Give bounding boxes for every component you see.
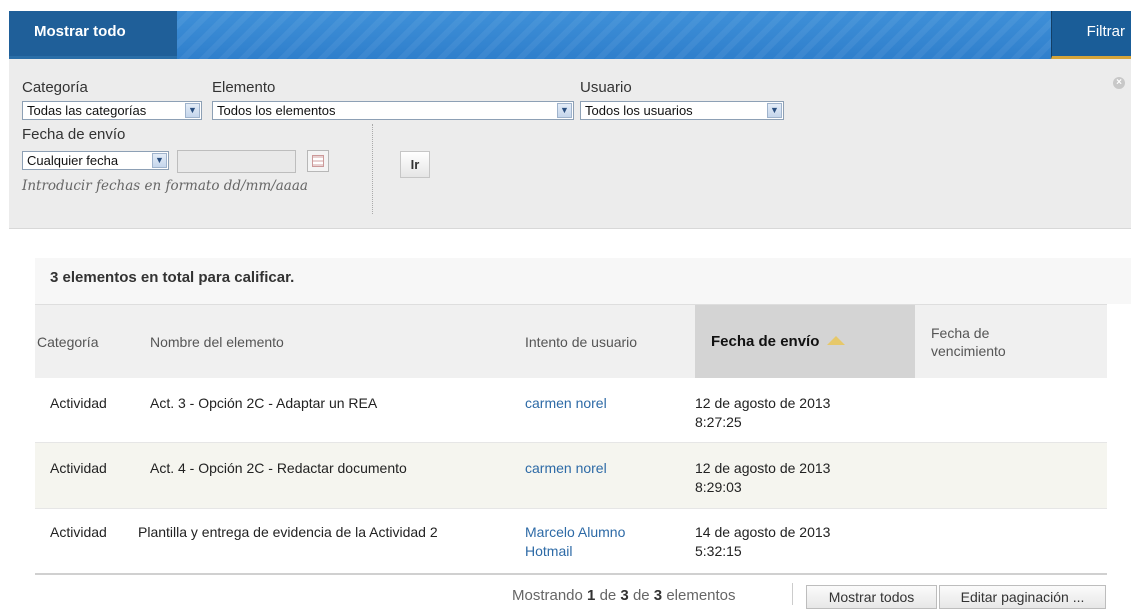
pagination-status: Mostrando 1 de 3 de 3 elementos [512, 587, 736, 604]
filter-panel: × Categoría Todas las categorías ▼ Eleme… [9, 59, 1131, 229]
row-category: Actividad [50, 524, 107, 540]
date-format-hint: Introducir fechas en formato dd/mm/aaaa [22, 178, 308, 194]
calendar-icon[interactable] [307, 150, 329, 172]
column-header-submitted[interactable]: Fecha de envío [695, 305, 915, 378]
date-label: Fecha de envío [22, 126, 126, 143]
pagination-prefix: Mostrando [512, 587, 583, 604]
element-select[interactable]: Todos los elementos ▼ [212, 101, 574, 120]
show-all-tab[interactable]: Mostrar todo [9, 11, 177, 59]
column-header-due-line2: vencimiento [931, 342, 1006, 359]
close-filter-icon[interactable]: × [1113, 77, 1125, 89]
chevron-down-icon: ▼ [767, 103, 782, 118]
row-item-name: Act. 4 - Opción 2C - Redactar documento [150, 460, 407, 476]
sort-ascending-icon [827, 336, 846, 345]
table-header: Categoría Nombre del elemento Intento de… [35, 304, 1107, 378]
row-user-line1: Marcelo Alumno [525, 524, 626, 540]
pagination-total: 3 [653, 587, 663, 604]
user-select-value: Todos los usuarios [585, 103, 693, 118]
row-date-line2: 8:29:03 [695, 479, 742, 495]
row-submitted-date: 12 de agosto de 2013 8:29:03 [695, 459, 830, 497]
column-header-due[interactable]: Fecha de vencimiento [931, 305, 1107, 378]
category-select-value: Todas las categorías [27, 103, 147, 118]
row-user-line1: carmen norel [525, 460, 607, 476]
row-date-line1: 12 de agosto de 2013 [695, 460, 831, 476]
show-all-items-button[interactable]: Mostrar todos [806, 585, 937, 609]
go-button[interactable]: Ir [400, 151, 430, 178]
divider [372, 124, 373, 214]
column-header-due-line1: Fecha de [931, 324, 990, 341]
user-select[interactable]: Todos los usuarios ▼ [580, 101, 784, 120]
pagination-suffix: elementos [666, 587, 736, 604]
pagination-to: 3 [620, 587, 629, 604]
column-header-category[interactable]: Categoría [35, 305, 145, 378]
table-bottom-border [35, 573, 1107, 575]
column-header-attempt[interactable]: Intento de usuario [525, 305, 695, 378]
date-select-value: Cualquier fecha [27, 153, 119, 168]
row-date-line2: 5:32:15 [695, 543, 742, 559]
action-bar: Mostrar todo Filtrar [9, 11, 1131, 59]
row-date-line2: 8:27:25 [695, 414, 742, 430]
date-select[interactable]: Cualquier fecha ▼ [22, 151, 169, 170]
table-row: Actividad Plantilla y entrega de evidenc… [35, 509, 1107, 575]
table-row: Actividad Act. 3 - Opción 2C - Adaptar u… [35, 377, 1107, 443]
row-date-line1: 14 de agosto de 2013 [695, 524, 831, 540]
row-user-line2: Hotmail [525, 543, 573, 559]
row-submitted-date: 12 de agosto de 2013 8:27:25 [695, 394, 830, 432]
edit-paging-button[interactable]: Editar paginación ... [939, 585, 1106, 609]
row-user-line1: carmen norel [525, 395, 607, 411]
row-submitted-date: 14 de agosto de 2013 5:32:15 [695, 523, 830, 561]
user-label: Usuario [580, 79, 632, 96]
row-user-link[interactable]: Marcelo Alumno Hotmail [525, 523, 625, 561]
category-label: Categoría [22, 79, 88, 96]
category-select[interactable]: Todas las categorías ▼ [22, 101, 202, 120]
date-input[interactable] [177, 150, 296, 173]
chevron-down-icon: ▼ [152, 153, 167, 168]
divider [792, 583, 793, 605]
table-row: Actividad Act. 4 - Opción 2C - Redactar … [35, 443, 1107, 509]
row-item-name: Act. 3 - Opción 2C - Adaptar un REA [150, 395, 378, 411]
row-category: Actividad [50, 395, 107, 411]
chevron-down-icon: ▼ [185, 103, 200, 118]
pagination-mid2: de [632, 587, 650, 604]
pagination-from: 1 [587, 587, 596, 604]
element-label: Elemento [212, 79, 276, 96]
results-summary: 3 elementos en total para calificar. [35, 258, 1131, 304]
row-item-name: Plantilla y entrega de evidencia de la A… [138, 524, 438, 540]
column-header-submitted-label: Fecha de envío [711, 333, 820, 350]
row-category: Actividad [50, 460, 107, 476]
chevron-down-icon: ▼ [557, 103, 572, 118]
row-date-line1: 12 de agosto de 2013 [695, 395, 831, 411]
results-count: 3 elementos en total para calificar. [50, 269, 295, 286]
pagination-mid1: de [599, 587, 617, 604]
row-user-link[interactable]: carmen norel [525, 394, 607, 413]
row-user-link[interactable]: carmen norel [525, 459, 607, 478]
element-select-value: Todos los elementos [217, 103, 336, 118]
column-header-name[interactable]: Nombre del elemento [150, 305, 520, 378]
filter-button[interactable]: Filtrar [1051, 11, 1131, 59]
